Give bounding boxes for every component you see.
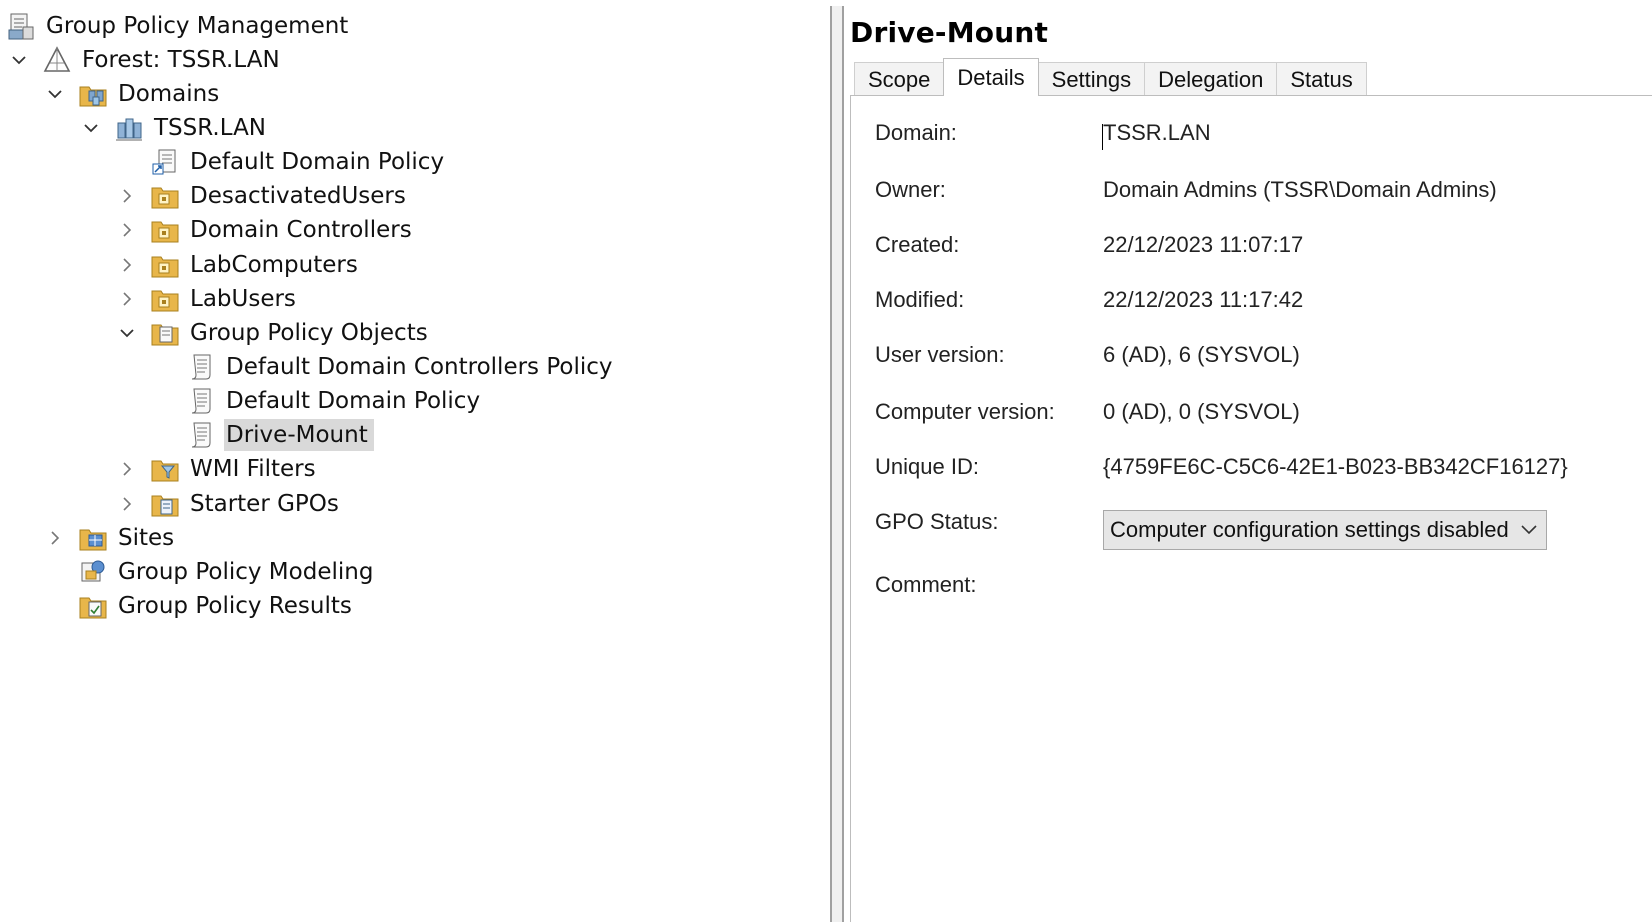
tree-node-label: TSSR.LAN [154, 115, 267, 141]
tree-node[interactable]: Domains [48, 78, 225, 110]
chevron-down-icon[interactable] [8, 49, 30, 71]
gpo-status-label: GPO Status: [875, 509, 999, 534]
details-pane: Drive-Mount Scope Details Settings Deleg… [844, 6, 1652, 922]
computer-version-value[interactable]: 0 (AD), 0 (SYSVOL) [1103, 399, 1300, 425]
domain-value[interactable]: TSSR.LAN [1103, 120, 1211, 146]
tab-details[interactable]: Details [943, 58, 1039, 96]
chevron-right-icon[interactable] [116, 288, 138, 310]
gpmc-icon [6, 11, 36, 41]
tree-node[interactable]: LabComputers [123, 249, 364, 281]
tree-node-label: Group Policy Management [46, 13, 349, 39]
unique-id-value[interactable]: {4759FE6C-C5C6-42E1-B023-BB342CF16127} [1103, 454, 1568, 480]
owner-label: Owner: [875, 177, 946, 202]
tree-node-label: LabUsers [190, 286, 296, 312]
tree-node-label: Group Policy Results [118, 593, 352, 619]
tab-strip: Scope Details Settings Delegation Status [854, 58, 1367, 96]
tree-node-label: Domains [118, 81, 220, 107]
tree-node-label: Sites [118, 525, 175, 551]
forest-icon [42, 45, 72, 75]
chevron-right-icon[interactable] [116, 185, 138, 207]
tree-node[interactable]: Starter GPOs [123, 488, 345, 520]
domain-label: Domain: [875, 120, 957, 145]
tab-delegation[interactable]: Delegation [1144, 62, 1278, 96]
tree-node[interactable]: Sites [51, 522, 180, 554]
tree-node[interactable]: Default Domain Policy [186, 385, 486, 417]
sites-icon [78, 523, 108, 553]
unique-id-label: Unique ID: [875, 454, 979, 479]
tree-node[interactable]: Drive-Mount [186, 419, 374, 451]
created-label: Created: [875, 232, 960, 257]
tree-node[interactable]: Group Policy Modeling [78, 556, 379, 588]
tree-node[interactable]: Default Domain Policy [150, 146, 450, 178]
tree-node-label: LabComputers [190, 252, 358, 278]
gpo-scroll-icon [186, 420, 216, 450]
tab-settings[interactable]: Settings [1037, 62, 1146, 96]
chevron-down-icon[interactable] [44, 83, 66, 105]
wmi-filter-folder-icon [150, 454, 180, 484]
tree-node[interactable]: Domain Controllers [123, 214, 418, 246]
gpo-link-icon [150, 147, 180, 177]
tab-status[interactable]: Status [1276, 62, 1367, 96]
gpo-status-dropdown[interactable]: Computer configuration settings disabled [1103, 510, 1547, 550]
ou-folder-icon [150, 181, 180, 211]
tree-node-label: WMI Filters [190, 456, 316, 482]
tree-node-label: Group Policy Modeling [118, 559, 374, 585]
tree-node-label: Group Policy Objects [190, 320, 428, 346]
details-tab-content: Domain: TSSR.LAN Owner: Domain Admins (T… [850, 95, 1652, 922]
domains-folder-icon [78, 79, 108, 109]
tree-node-label: Default Domain Policy [226, 388, 481, 414]
tree-node-label: Forest: TSSR.LAN [82, 47, 280, 73]
ou-folder-icon [150, 250, 180, 280]
tree-node[interactable]: WMI Filters [123, 453, 322, 485]
comment-label: Comment: [875, 572, 977, 597]
chevron-down-icon[interactable] [80, 117, 102, 139]
chevron-right-icon[interactable] [44, 527, 66, 549]
tree-node[interactable]: LabUsers [123, 283, 302, 315]
domain-icon [114, 113, 144, 143]
owner-value[interactable]: Domain Admins (TSSR\Domain Admins) [1103, 177, 1497, 203]
tab-scope[interactable]: Scope [854, 62, 945, 96]
computer-version-label: Computer version: [875, 399, 1055, 424]
tree-node-label: Default Domain Policy [190, 149, 445, 175]
gpo-title: Drive-Mount [850, 16, 1049, 49]
tree-node[interactable]: TSSR.LAN [84, 112, 272, 144]
modeling-icon [78, 557, 108, 587]
tree-node-label: Domain Controllers [190, 217, 412, 243]
tree-node-label: Drive-Mount [224, 419, 374, 451]
starter-gpo-folder-icon [150, 489, 180, 519]
tree-node-label: Default Domain Controllers Policy [226, 354, 613, 380]
chevron-right-icon[interactable] [116, 458, 138, 480]
chevron-right-icon[interactable] [116, 219, 138, 241]
gpo-container-icon [150, 318, 180, 348]
chevron-right-icon[interactable] [116, 254, 138, 276]
user-version-value[interactable]: 6 (AD), 6 (SYSVOL) [1103, 342, 1300, 368]
chevron-down-icon[interactable] [116, 322, 138, 344]
tree-node[interactable]: Group Policy Objects [120, 317, 434, 349]
gpo-status-selected: Computer configuration settings disabled [1110, 517, 1509, 542]
tree-node-label: DesactivatedUsers [190, 183, 406, 209]
results-icon [78, 591, 108, 621]
gpmc-window: Group Policy Management Forest: TSSR.LAN D… [0, 0, 1652, 922]
console-tree[interactable]: Group Policy Management Forest: TSSR.LAN D… [0, 6, 832, 922]
user-version-label: User version: [875, 342, 1005, 367]
tree-node[interactable]: Default Domain Controllers Policy [186, 351, 619, 383]
tree-node-label: Starter GPOs [190, 491, 339, 517]
tree-node[interactable]: Group Policy Results [78, 590, 358, 622]
ou-folder-icon [150, 215, 180, 245]
tree-node[interactable]: Forest: TSSR.LAN [12, 44, 286, 76]
chevron-right-icon[interactable] [116, 493, 138, 515]
modified-label: Modified: [875, 287, 965, 312]
gpo-scroll-icon [186, 386, 216, 416]
modified-value[interactable]: 22/12/2023 11:17:42 [1103, 287, 1303, 313]
gpo-scroll-icon [186, 352, 216, 382]
tree-node[interactable]: DesactivatedUsers [123, 180, 412, 212]
tree-node[interactable]: Group Policy Management [6, 10, 354, 42]
ou-folder-icon [150, 284, 180, 314]
created-value[interactable]: 22/12/2023 11:07:17 [1103, 232, 1303, 258]
chevron-down-icon[interactable] [1512, 511, 1546, 549]
